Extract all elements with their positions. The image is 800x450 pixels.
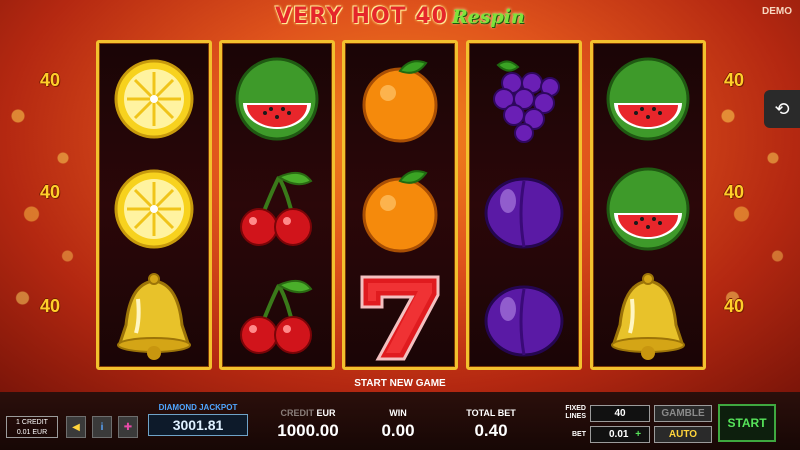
gamble-button[interactable]: GAMBLE <box>654 405 712 422</box>
total-bet-label: TOTAL BET <box>466 408 516 418</box>
line-indicator-left-3: 40 <box>40 296 61 316</box>
watermelon-icon <box>593 45 703 153</box>
bet-selector[interactable]: 0.01 + <box>590 426 650 443</box>
seven-icon <box>345 263 455 371</box>
line-indicator-right-1: 40 <box>724 70 745 90</box>
plum-icon <box>469 155 579 263</box>
credit-label-text: CREDIT <box>280 408 314 418</box>
lemon-icon <box>99 45 209 153</box>
watermelon-icon <box>222 45 332 153</box>
cherries-icon <box>222 263 332 371</box>
orange-icon <box>345 45 455 153</box>
reel-1 <box>96 40 212 370</box>
line-indicator-left-2: 40 <box>40 182 61 202</box>
line-indicator-right-3: 40 <box>724 296 745 316</box>
grapes-icon <box>469 45 579 153</box>
total-bet-value: 0.40 <box>474 421 508 440</box>
win-label: WIN <box>389 408 407 418</box>
jackpot-value: 3001.81 <box>148 414 248 436</box>
bell-icon <box>99 263 209 371</box>
bet-value: 0.01 <box>609 429 629 440</box>
game-title-main: VERY HOT 40 <box>275 4 448 29</box>
watermelon-icon <box>593 155 703 263</box>
line-indicator-left-1: 40 <box>40 70 61 90</box>
history-replay-button[interactable]: ⟲ <box>764 90 800 128</box>
bet-increase-icon[interactable]: + <box>635 429 641 440</box>
credit-currency: EUR <box>316 408 336 418</box>
sound-button[interactable]: ◀ <box>66 416 86 438</box>
win-value: 0.00 <box>381 421 415 440</box>
reel-4 <box>466 40 582 370</box>
speaker-icon: ◀ <box>72 421 80 433</box>
credit-value: 1000.00 <box>277 421 339 440</box>
orange-icon <box>345 155 455 263</box>
info-icon: i <box>100 421 104 433</box>
fixed-lines-value: 40 <box>590 405 650 422</box>
denomination-value-label: 0.01 EUR <box>16 429 48 436</box>
fixed-lines-label: FIXED LINES <box>565 405 586 420</box>
info-button[interactable]: i <box>92 416 112 438</box>
game-stage: VERY HOT 40 Respin DEMO 40 40 40 40 40 40 <box>0 0 800 392</box>
line-indicator-right-2: 40 <box>724 182 745 202</box>
reel-5 <box>590 40 706 370</box>
bet-label: BET <box>572 431 586 438</box>
denomination-selector[interactable]: 1 CREDIT 0.01 EUR <box>6 416 58 438</box>
reel-2 <box>219 40 335 370</box>
demo-badge: DEMO <box>762 6 792 17</box>
start-button[interactable]: START <box>718 404 776 442</box>
jackpot-label: DIAMOND JACKPOT <box>158 403 238 412</box>
denomination-credit-label: 1 CREDIT <box>16 419 48 426</box>
expand-icon: ✚ <box>123 421 133 433</box>
auto-button[interactable]: AUTO <box>654 426 712 443</box>
credit-label: CREDIT EUR <box>268 408 348 418</box>
cherries-icon <box>222 155 332 263</box>
lemon-icon <box>99 155 209 263</box>
game-title-sub: Respin <box>451 6 525 28</box>
bell-icon <box>593 263 703 371</box>
status-message: START NEW GAME <box>354 378 446 389</box>
fullscreen-button[interactable]: ✚ <box>118 416 138 438</box>
reel-3 <box>342 40 458 370</box>
plum-icon <box>469 263 579 371</box>
replay-icon: ⟲ <box>774 98 790 119</box>
game-title: VERY HOT 40 Respin <box>0 4 800 29</box>
